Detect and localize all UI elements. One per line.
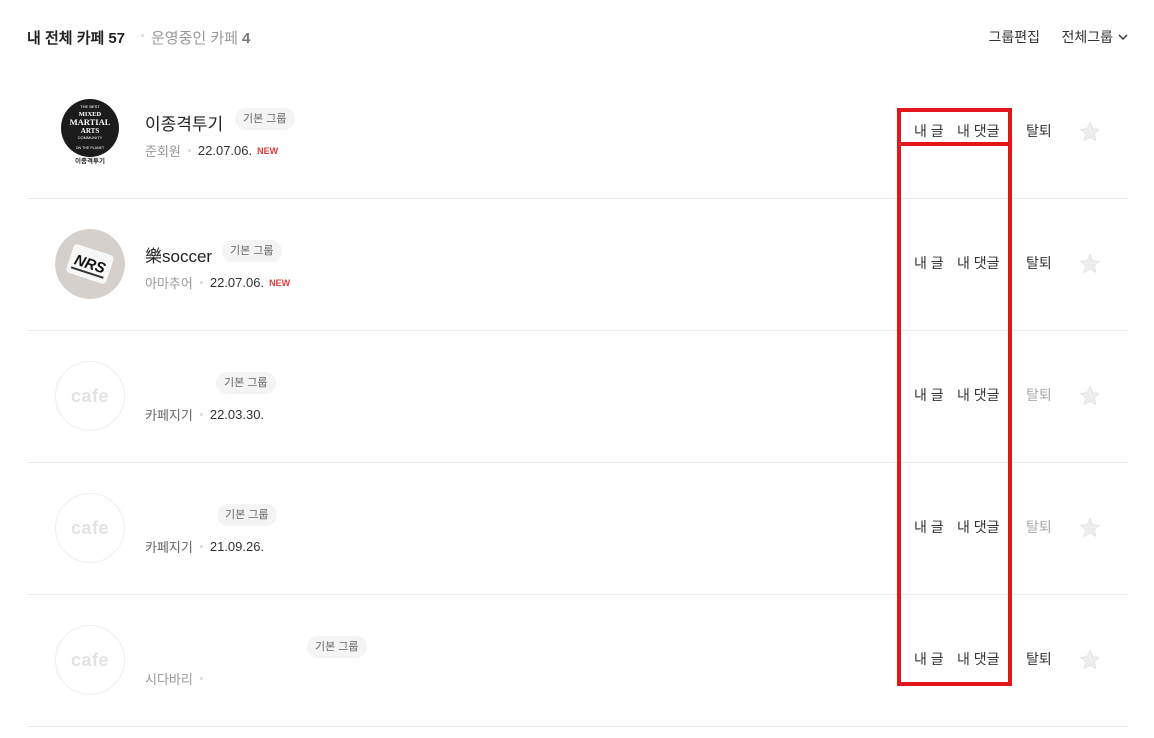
- tab-my-cafes-label: 내 전체 카페: [27, 30, 105, 47]
- leave-cafe-link[interactable]: 탈퇴: [1026, 649, 1052, 669]
- leave-cafe-link[interactable]: 탈퇴: [1026, 385, 1052, 405]
- member-grade: 카페지기: [145, 540, 193, 555]
- mma-logo-icon: THE BEST MIXED MARTIAL ARTS COMMUNITY ON…: [55, 97, 125, 167]
- member-grade: 아마추어: [145, 276, 193, 291]
- cafe-meta: 시다바리: [145, 669, 828, 688]
- star-icon[interactable]: [1078, 516, 1102, 540]
- meta-separator: [199, 413, 203, 416]
- star-icon[interactable]: [1078, 252, 1102, 276]
- group-edit-button[interactable]: 그룹편집: [988, 27, 1040, 47]
- tab-my-cafes[interactable]: 내 전체 카페 57: [27, 27, 125, 48]
- cafe-thumbnail[interactable]: cafe: [55, 625, 125, 695]
- cafe-placeholder-text: cafe: [70, 385, 110, 406]
- member-grade: 시다바리: [145, 672, 193, 687]
- tab-running-cafes-count: 4: [241, 30, 251, 47]
- cafe-placeholder-text: cafe: [70, 517, 110, 538]
- cafe-info: 기본 그룹 카페지기 21.09.26.: [145, 504, 828, 556]
- cafe-thumbnail[interactable]: NRS: [55, 229, 125, 299]
- cafe-meta: 아마추어 22.07.06. NEW: [145, 273, 828, 292]
- logo-text-line: THE BEST: [80, 104, 100, 109]
- group-badge: 기본 그룹: [307, 636, 367, 658]
- logo-text-line: COMMUNITY: [78, 135, 103, 140]
- member-grade: 카페지기: [145, 408, 193, 423]
- meta-separator: [199, 677, 203, 680]
- tab-running-cafes[interactable]: 운영중인 카페 4: [151, 27, 250, 48]
- cafe-info: 이종격투기 기본 그룹 준회원 22.07.06. NEW: [145, 108, 828, 160]
- logo-text-line: 이종격투기: [75, 156, 105, 165]
- leave-cafe-link[interactable]: 탈퇴: [1026, 253, 1052, 273]
- group-badge: 기본 그룹: [222, 240, 282, 262]
- cafe-thumbnail[interactable]: THE BEST MIXED MARTIAL ARTS COMMUNITY ON…: [55, 97, 125, 167]
- visit-date: 22.07.06.: [209, 275, 265, 290]
- cafe-info: 기본 그룹 시다바리: [145, 636, 828, 688]
- cafe-thumbnail[interactable]: cafe: [55, 361, 125, 431]
- cafe-name[interactable]: 樂soccer: [145, 242, 212, 267]
- leave-cafe-link[interactable]: 탈퇴: [1026, 517, 1052, 537]
- tab-my-cafes-count: 57: [108, 30, 126, 47]
- group-badge: 기본 그룹: [235, 108, 295, 130]
- cafe-meta: 카페지기 21.09.26.: [145, 537, 828, 556]
- group-select-dropdown[interactable]: 전체그룹: [1061, 27, 1128, 47]
- cafe-name[interactable]: 이종격투기: [145, 110, 223, 135]
- highlight-box-first-row: [897, 108, 1012, 146]
- cafe-thumbnail[interactable]: cafe: [55, 493, 125, 563]
- group-select-label: 전체그룹: [1061, 29, 1113, 45]
- group-badge: 기본 그룹: [216, 372, 276, 394]
- tab-separator: [141, 34, 144, 37]
- new-badge: NEW: [257, 145, 279, 156]
- group-badge: 기본 그룹: [217, 504, 277, 526]
- visit-date: 22.07.06.: [197, 143, 253, 158]
- chevron-down-icon: [1118, 34, 1128, 40]
- cafe-meta: 카페지기 22.03.30.: [145, 405, 828, 424]
- meta-separator: [199, 545, 203, 548]
- logo-text-line: MARTIAL: [70, 117, 111, 127]
- leave-cafe-link[interactable]: 탈퇴: [1026, 121, 1052, 141]
- cafe-info: 樂soccer 기본 그룹 아마추어 22.07.06. NEW: [145, 240, 828, 292]
- meta-separator: [199, 281, 203, 284]
- cafe-list-header: 내 전체 카페 57 운영중인 카페 4 그룹편집 전체그룹: [27, 22, 1128, 50]
- nrs-logo-icon: NRS: [55, 229, 125, 299]
- visit-date: 22.03.30.: [209, 407, 265, 422]
- member-grade: 준회원: [145, 144, 181, 159]
- logo-text-line: ON THE PLANET: [76, 146, 105, 150]
- star-icon[interactable]: [1078, 384, 1102, 408]
- cafe-meta: 준회원 22.07.06. NEW: [145, 141, 828, 160]
- highlight-box-outer: [897, 108, 1012, 686]
- star-icon[interactable]: [1078, 120, 1102, 144]
- tab-running-cafes-label: 운영중인 카페: [151, 30, 238, 47]
- meta-separator: [187, 149, 191, 152]
- visit-date: 21.09.26.: [209, 539, 265, 554]
- star-icon[interactable]: [1078, 648, 1102, 672]
- cafe-placeholder-text: cafe: [70, 649, 110, 670]
- logo-text-line: ARTS: [81, 127, 100, 135]
- new-badge: NEW: [269, 277, 291, 288]
- cafe-info: 기본 그룹 카페지기 22.03.30.: [145, 372, 828, 424]
